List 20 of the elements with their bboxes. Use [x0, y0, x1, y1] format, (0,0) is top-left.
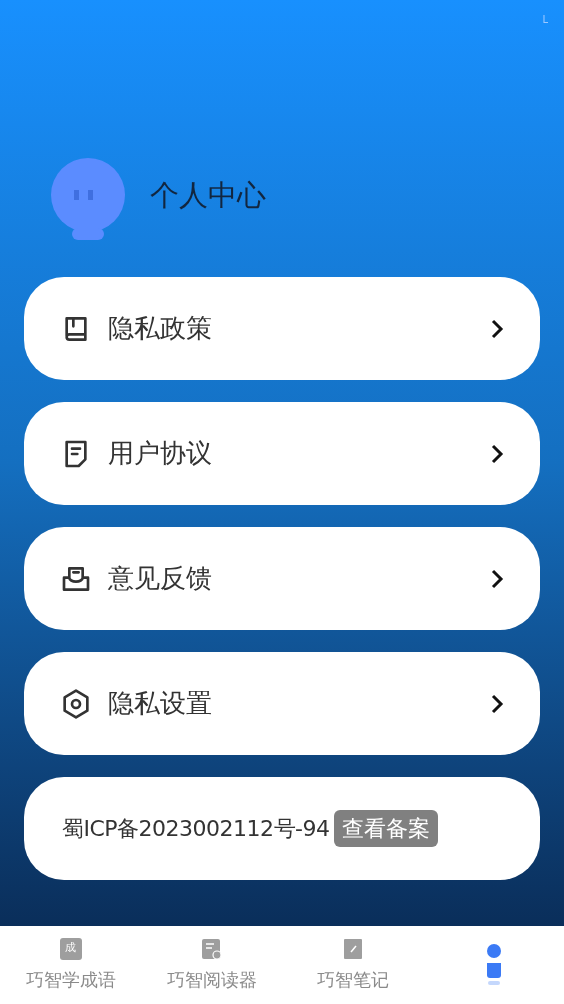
- settings-icon: [60, 687, 92, 720]
- tab[interactable]: 巧智笔记: [282, 926, 423, 1004]
- notebook-icon: [342, 937, 363, 960]
- menu-item[interactable]: 隐私设置: [24, 652, 540, 755]
- status-indicator: L: [542, 13, 548, 27]
- menu-item[interactable]: 隐私政策: [24, 277, 540, 380]
- avatar-icon: [50, 158, 126, 242]
- tab[interactable]: 成 巧智学成语: [0, 926, 141, 1004]
- chevron-icon: [490, 318, 504, 339]
- tab[interactable]: 巧智阅读器: [141, 926, 282, 1004]
- chevron-icon: [490, 568, 504, 589]
- menu-item[interactable]: 意见反馈: [24, 527, 540, 630]
- view-record-button[interactable]: 查看备案: [333, 810, 438, 847]
- menu-item[interactable]: 用户协议: [24, 402, 540, 505]
- license-number: 蜀ICP备2023002112号-94: [62, 815, 330, 843]
- page-title: 个人中心: [150, 177, 266, 215]
- chevron-icon: [490, 693, 504, 714]
- chevron-icon: [490, 443, 504, 464]
- reader-icon: [200, 937, 223, 960]
- idiom-card-icon: 成: [59, 937, 82, 960]
